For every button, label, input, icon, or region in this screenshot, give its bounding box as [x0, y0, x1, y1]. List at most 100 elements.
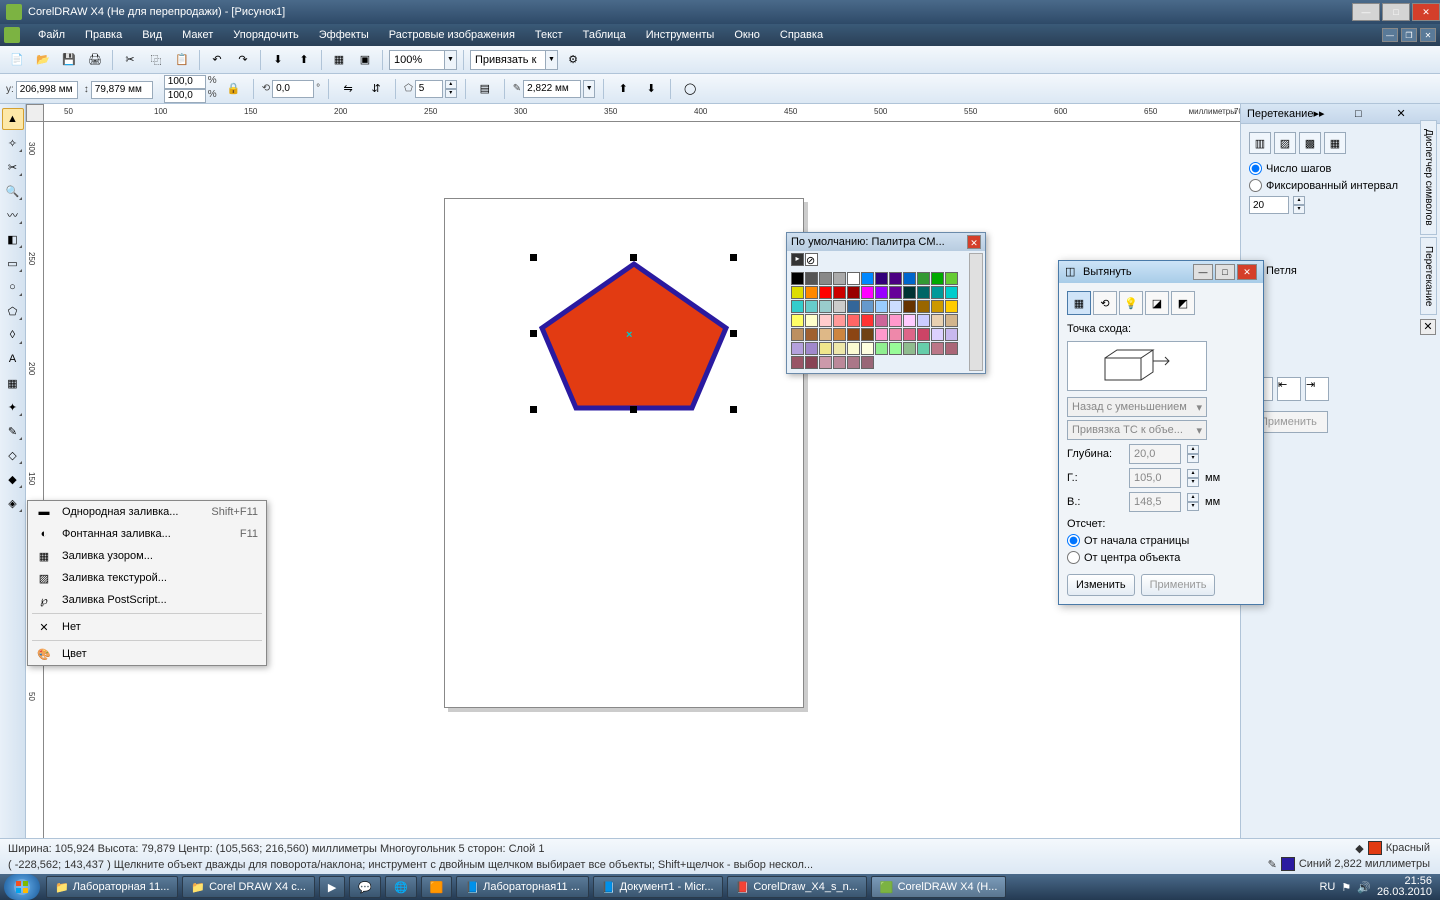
- paste-button[interactable]: 📋: [171, 49, 193, 71]
- export-button[interactable]: ⬆: [293, 49, 315, 71]
- zoom-tool[interactable]: 🔍: [2, 180, 24, 202]
- sel-handle-sw[interactable]: [530, 406, 537, 413]
- palette-swatch[interactable]: [875, 328, 888, 341]
- task-item-4[interactable]: 🌐: [385, 876, 417, 898]
- palette-swatch[interactable]: [945, 314, 958, 327]
- palette-swatch[interactable]: [805, 314, 818, 327]
- appstart-button[interactable]: ▦: [328, 49, 350, 71]
- tray-lang[interactable]: RU: [1319, 881, 1335, 893]
- mdi-minimize[interactable]: —: [1382, 28, 1398, 42]
- options-button[interactable]: ⚙: [562, 49, 584, 71]
- flyout-item-0[interactable]: ▬Однородная заливка...Shift+F11: [28, 501, 266, 523]
- palette-swatch[interactable]: [903, 300, 916, 313]
- palette-swatch[interactable]: [833, 314, 846, 327]
- palette-swatch[interactable]: [903, 314, 916, 327]
- ellipse-tool[interactable]: ○: [2, 276, 24, 298]
- palette-swatch[interactable]: [917, 328, 930, 341]
- flyout-item-5[interactable]: ✕Нет: [28, 616, 266, 638]
- palette-swatch[interactable]: [791, 314, 804, 327]
- palette-swatch[interactable]: [847, 328, 860, 341]
- task-item-5[interactable]: 🟧: [421, 876, 453, 898]
- ruler-vertical[interactable]: 30025020015010050: [26, 122, 44, 838]
- ruler-origin[interactable]: [26, 104, 44, 122]
- palette-swatch[interactable]: [875, 342, 888, 355]
- fill-swatch[interactable]: [1368, 841, 1382, 855]
- palette-swatch[interactable]: [903, 272, 916, 285]
- palette-scrollbar[interactable]: [969, 253, 983, 371]
- palette-swatch[interactable]: [833, 356, 846, 369]
- lock-ratio-button[interactable]: 🔒: [223, 78, 245, 100]
- blend-steps-spinner[interactable]: ▴▾: [1293, 196, 1305, 214]
- pick-tool[interactable]: ▲: [2, 108, 24, 130]
- extrude-max-button[interactable]: □: [1215, 264, 1235, 280]
- smartfill-tool[interactable]: ◧: [2, 228, 24, 250]
- outline-tool[interactable]: ◇: [2, 444, 24, 466]
- palette-swatch[interactable]: [889, 272, 902, 285]
- scaley-input[interactable]: [164, 89, 206, 103]
- polygon-tool[interactable]: ⬠: [2, 300, 24, 322]
- extrude-close-button[interactable]: ✕: [1237, 264, 1257, 280]
- snap-input[interactable]: [470, 50, 546, 70]
- docker-close-icon[interactable]: ✕: [1396, 107, 1434, 120]
- palette-swatch[interactable]: [847, 286, 860, 299]
- palette-swatch[interactable]: [819, 314, 832, 327]
- task-item-1[interactable]: 📁Corel DRAW X4 с...: [182, 876, 314, 898]
- menu-Растровые изображения[interactable]: Растровые изображения: [379, 26, 525, 44]
- minimize-button[interactable]: —: [1352, 3, 1380, 21]
- task-item-3[interactable]: 💬: [349, 876, 381, 898]
- palette-swatch[interactable]: [917, 314, 930, 327]
- palette-swatch[interactable]: [889, 314, 902, 327]
- wrap-button[interactable]: ▤: [474, 78, 496, 100]
- mirror-v-button[interactable]: ⇵: [365, 78, 387, 100]
- height-input[interactable]: [91, 81, 153, 99]
- palette-swatch[interactable]: [945, 328, 958, 341]
- menu-Окно[interactable]: Окно: [724, 26, 770, 44]
- task-item-2[interactable]: ▶: [319, 876, 345, 898]
- palette-swatch[interactable]: [791, 328, 804, 341]
- convert-curves-button[interactable]: ◯: [679, 78, 701, 100]
- palette-swatch[interactable]: [805, 328, 818, 341]
- palette-swatch[interactable]: [917, 300, 930, 313]
- palette-swatch[interactable]: [945, 272, 958, 285]
- blend-steps-radio[interactable]: [1249, 162, 1262, 175]
- palette-swatch[interactable]: [875, 272, 888, 285]
- palette-close-button[interactable]: ✕: [967, 235, 981, 249]
- palette-swatch[interactable]: [931, 272, 944, 285]
- blend-tab-accel[interactable]: ▨: [1274, 132, 1296, 154]
- sel-handle-ne[interactable]: [730, 254, 737, 261]
- palette-swatch[interactable]: [861, 342, 874, 355]
- blend-fixed-radio[interactable]: [1249, 179, 1262, 192]
- snap-dropdown[interactable]: ▼: [546, 50, 558, 70]
- menu-Вид[interactable]: Вид: [132, 26, 172, 44]
- palette-swatch[interactable]: [945, 342, 958, 355]
- scalex-input[interactable]: [164, 75, 206, 89]
- extrude-v-input[interactable]: [1129, 492, 1181, 512]
- blend-tab-misc[interactable]: ▦: [1324, 132, 1346, 154]
- flyout-item-2[interactable]: ▦Заливка узором...: [28, 545, 266, 567]
- palette-swatch[interactable]: [917, 342, 930, 355]
- mdi-restore[interactable]: ❐: [1401, 28, 1417, 42]
- zoom-input[interactable]: [389, 50, 445, 70]
- outline-width-input[interactable]: [523, 80, 581, 98]
- start-button[interactable]: [4, 874, 40, 900]
- palette-menu-button[interactable]: ▸: [791, 253, 804, 266]
- palette-swatch[interactable]: [805, 272, 818, 285]
- sel-handle-n[interactable]: [630, 254, 637, 261]
- palette-swatch[interactable]: [805, 356, 818, 369]
- tray-icon-flag[interactable]: ⚑: [1341, 881, 1351, 894]
- palette-swatch[interactable]: [847, 342, 860, 355]
- welcome-button[interactable]: ▣: [354, 49, 376, 71]
- ruler-horizontal[interactable]: 5010015020025030035040045050055060065070…: [44, 104, 1240, 122]
- interactive-fill-tool[interactable]: ◈: [2, 492, 24, 514]
- palette-swatch[interactable]: [861, 300, 874, 313]
- import-button[interactable]: ⬇: [267, 49, 289, 71]
- eyedropper-tool[interactable]: ✎: [2, 420, 24, 442]
- palette-swatch[interactable]: [833, 272, 846, 285]
- palette-swatch[interactable]: [847, 300, 860, 313]
- palette-swatch[interactable]: [791, 356, 804, 369]
- sel-handle-s[interactable]: [630, 406, 637, 413]
- palette-swatch[interactable]: [861, 356, 874, 369]
- sides-input[interactable]: [415, 80, 443, 98]
- palette-swatch[interactable]: [945, 286, 958, 299]
- menu-Инструменты[interactable]: Инструменты: [636, 26, 725, 44]
